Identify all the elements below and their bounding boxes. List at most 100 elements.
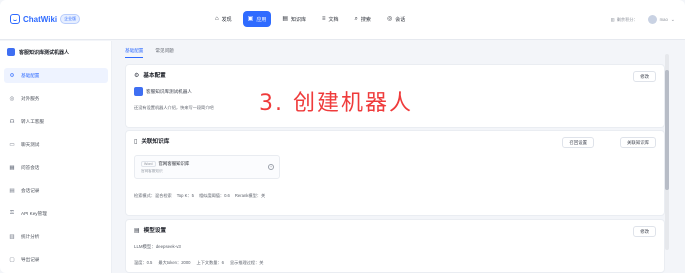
sidebar-item-label: 会话记录 — [21, 187, 40, 193]
user-menu[interactable]: mao ⌄ — [647, 15, 675, 24]
credit-balance[interactable]: ▥ 剩余积分： — [611, 17, 638, 23]
retrieval-rerank: Rerank模型：关 — [234, 193, 266, 198]
nav-label: 发现 — [221, 16, 232, 23]
username: mao — [659, 17, 668, 22]
globe-icon: ◎ — [9, 95, 15, 102]
scroll-thumb[interactable] — [665, 70, 669, 190]
sidebar-item-statistics[interactable]: ▥ 统计分析 — [4, 229, 108, 244]
param-context: 上下文数量：6 — [196, 260, 224, 265]
gear-icon: ⚙ — [9, 72, 15, 79]
nav-label: 会话 — [395, 16, 406, 23]
card-title: 模型设置 — [143, 228, 167, 234]
tab-faq[interactable]: 常见问题 — [155, 45, 173, 58]
sidebar-item-label: 聊天测试 — [21, 141, 40, 147]
sidebar-item-label: 导出记录 — [21, 256, 40, 262]
chat-bubble-icon: ▭ — [9, 141, 15, 148]
content-scrollbar[interactable] — [665, 54, 669, 250]
robot-name: 客服知识库测试机器人 — [146, 88, 192, 94]
sidebar-item-session-records[interactable]: ▤ 会话记录 — [4, 183, 108, 198]
link-knowledge-button[interactable]: 关联知识库 — [620, 137, 656, 148]
robot-title: 客服知识库测试机器人 — [7, 48, 69, 56]
sidebar-item-label: 转人工客服 — [21, 118, 44, 124]
sidebar-item-api-key[interactable]: ⚿ API Key管理 — [4, 206, 108, 221]
edit-model-button[interactable]: 修改 — [633, 226, 656, 237]
chat-icon: ◎ — [386, 16, 393, 22]
param-max-token: 最大token：2000 — [158, 260, 191, 265]
key-icon: ⚿ — [9, 210, 15, 216]
sidebar-item-human-agent[interactable]: ☊ 转人工客服 — [4, 114, 108, 129]
chatwiki-logo-icon — [10, 14, 20, 24]
kb-name: 官网客服知识库 — [158, 161, 190, 166]
nav-label: 应用 — [256, 16, 267, 23]
retrieval-settings-button[interactable]: 召回设置 — [562, 137, 594, 148]
search-icon: ⌕ — [354, 16, 358, 22]
bar-chart-icon: ▥ — [9, 233, 15, 240]
card-header: ▤ 模型设置 — [134, 226, 167, 235]
nav-sessions[interactable]: ◎ 会话 — [382, 11, 410, 27]
nav-knowledge-base[interactable]: ▤ 知识库 — [277, 11, 311, 27]
nav-label: 知识库 — [291, 16, 307, 23]
book-icon: ▯ — [134, 138, 138, 145]
card-header: ⚙ 基本配置 — [134, 71, 166, 80]
qa-icon: ▦ — [9, 164, 15, 171]
settings-icon: ⚙ — [134, 72, 140, 79]
robot-summary: 客服知识库测试机器人 — [134, 87, 192, 96]
retrieval-summary: 检索模式：混合检索 Top K：5 相似度阈值：0.6 Rerank模型：关 — [134, 193, 265, 199]
export-icon: ▢ — [9, 256, 15, 263]
kb-title: Word 官网客服知识库 — [141, 161, 189, 167]
credit-label: 剩余积分： — [616, 16, 638, 22]
linked-knowledge-card: ▯ 关联知识库 召回设置 关联知识库 Word 官网客服知识库 官网客服知识 +… — [125, 130, 665, 216]
nav-documents[interactable]: ≡ 文档 — [317, 11, 344, 27]
robot-icon — [7, 48, 15, 56]
model-params: 温度：0.5 最大token：2000 上下文数量：6 显示推理过程：关 — [134, 260, 264, 266]
headset-icon: ☊ — [9, 118, 15, 125]
kb-description: 官网客服知识 — [141, 169, 163, 173]
model-settings-card: ▤ 模型设置 修改 LLM模型：deepseek-v3 温度：0.5 最大tok… — [125, 219, 665, 273]
nav-discover[interactable]: ⌂ 发现 — [210, 11, 237, 27]
card-header: ▯ 关联知识库 — [134, 137, 170, 146]
tab-basic-config[interactable]: 基础配置 — [125, 45, 144, 58]
top-navigation: ⌂ 发现 ▣ 应用 ▤ 知识库 ≡ 文档 ⌕ 搜索 ◎ 会话 — [210, 11, 410, 29]
content-tabs: 基础配置 常见问题 — [125, 45, 174, 58]
library-icon: ▤ — [282, 16, 288, 22]
nav-label: 搜索 — [360, 16, 371, 23]
llm-model: LLM模型：deepseek-v3 — [134, 244, 181, 249]
sidebar-item-label: 统计分析 — [21, 233, 40, 239]
edition-badge: 企业版 — [60, 14, 81, 24]
brand-name: ChatWiki — [23, 14, 58, 24]
chart-icon: ▥ — [610, 17, 615, 22]
add-circle-icon[interactable]: + — [268, 164, 274, 170]
edit-basic-button[interactable]: 修改 — [633, 71, 656, 82]
sidebar-item-chat-test[interactable]: ▭ 聊天测试 — [4, 137, 108, 152]
nav-apps[interactable]: ▣ 应用 — [242, 11, 272, 27]
sidebar-item-label: 基础配置 — [21, 72, 40, 78]
records-icon: ▤ — [9, 187, 15, 194]
apps-icon: ▣ — [247, 16, 254, 22]
sidebar: 客服知识库测试机器人 ⚙ 基础配置 ◎ 对外服务 ☊ 转人工客服 ▭ 聊天测试 … — [0, 41, 112, 273]
param-show-reasoning: 显示推理过程：关 — [229, 260, 264, 265]
sidebar-item-basic-config[interactable]: ⚙ 基础配置 — [4, 68, 108, 83]
document-icon: ≡ — [322, 16, 326, 22]
sidebar-item-qa-sessions[interactable]: ▦ 问答会话 — [4, 160, 108, 175]
robot-icon — [134, 87, 143, 96]
brand[interactable]: ChatWiki 企业版 — [10, 14, 81, 24]
chevron-down-icon: ⌄ — [670, 16, 675, 23]
sidebar-menu: ⚙ 基础配置 ◎ 对外服务 ☊ 转人工客服 ▭ 聊天测试 ▦ 问答会话 ▤ 会话… — [4, 68, 108, 273]
knowledge-base-item[interactable]: Word 官网客服知识库 官网客服知识 + — [134, 155, 280, 179]
sidebar-item-export-records[interactable]: ▢ 导出记录 — [4, 252, 108, 267]
header-right: ▥ 剩余积分： mao ⌄ — [611, 15, 675, 24]
nav-search[interactable]: ⌕ 搜索 — [350, 11, 376, 27]
sidebar-item-external-service[interactable]: ◎ 对外服务 — [4, 91, 108, 106]
retrieval-topk: Top K：5 — [176, 193, 194, 198]
card-title: 基本配置 — [143, 73, 166, 79]
card-title: 关联知识库 — [141, 139, 170, 145]
retrieval-mode: 检索模式：混合检索 — [134, 193, 172, 198]
step-annotation: 3. 创建机器人 — [259, 91, 413, 116]
robot-intro: 还没有设置机器人介绍，快来写一段简介吧 — [134, 105, 214, 110]
robot-name: 客服知识库测试机器人 — [19, 49, 70, 56]
top-header: ChatWiki 企业版 ⌂ 发现 ▣ 应用 ▤ 知识库 ≡ 文档 ⌕ 搜索 ◎… — [0, 0, 685, 40]
home-icon: ⌂ — [215, 16, 219, 22]
nav-label: 文档 — [328, 16, 339, 23]
model-icon: ▤ — [134, 227, 140, 234]
kb-tag: Word — [141, 161, 156, 167]
